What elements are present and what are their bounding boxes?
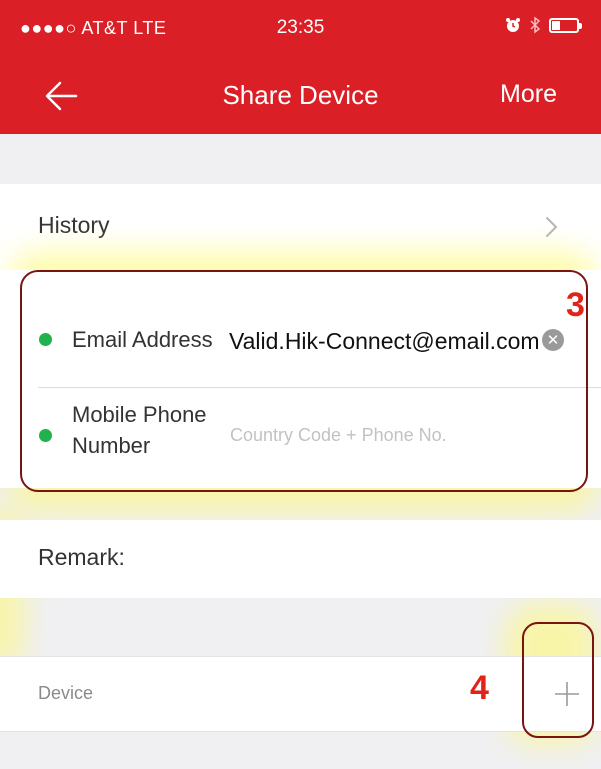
status-bar: ●●●●○ AT&T LTE 23:35 [0,0,601,58]
annotation-step-3: 3 [566,286,585,324]
nav-bar: Share Device More [0,58,601,134]
bluetooth-icon [530,16,541,34]
chevron-right-icon [546,217,558,237]
annotation-box-contact [20,270,588,492]
alarm-icon [506,18,520,32]
device-label: Device [38,683,94,703]
status-icons [505,16,582,34]
history-label: History [38,212,110,238]
annotation-box-add-device [522,622,594,738]
annotation-step-4: 4 [470,669,489,707]
remark-label: Remark: [38,544,125,570]
device-row: Device [0,656,601,732]
remark-row[interactable]: Remark: [0,520,601,598]
more-button[interactable]: More [500,80,557,109]
battery-icon [549,17,582,33]
